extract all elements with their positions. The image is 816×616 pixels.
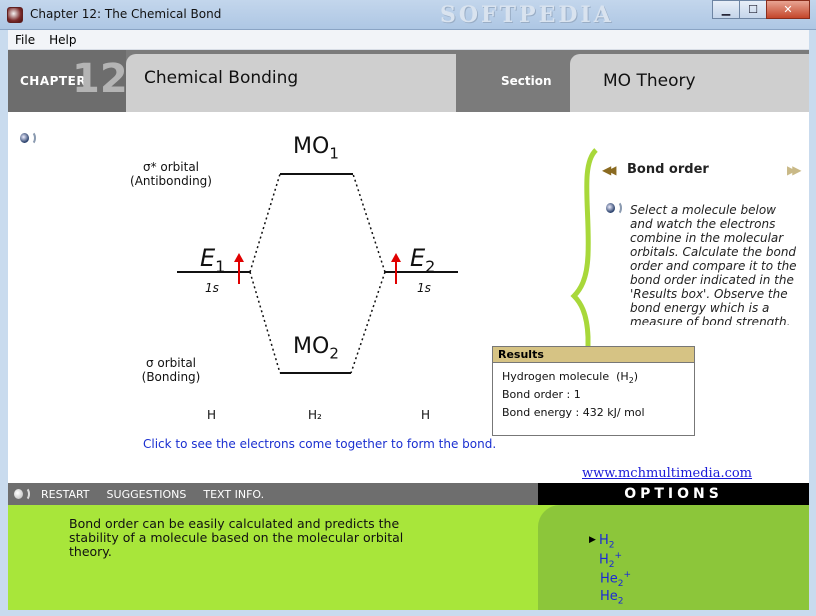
atom-label-middle: H₂: [308, 408, 322, 422]
close-button[interactable]: ✕: [766, 0, 810, 19]
option-h2-plus[interactable]: H2+: [599, 551, 622, 570]
selected-option-marker-icon: ▶: [589, 535, 596, 545]
option-h2[interactable]: H2: [599, 533, 615, 551]
menu-file[interactable]: File: [8, 33, 42, 47]
atom-label-right: H: [421, 408, 431, 422]
connector-e2-mo1: [352, 173, 386, 273]
watermark-text: SOFTPEDIA: [440, 2, 614, 28]
connector-e1-mo2: [249, 271, 281, 374]
orbital-label-right: 1s: [417, 281, 431, 295]
connector-e1-mo1: [249, 173, 281, 273]
suggestions-button[interactable]: SUGGESTIONS: [107, 488, 187, 501]
mo1-label: MO1: [293, 134, 339, 163]
connector-e2-mo2: [350, 271, 386, 374]
window-title: Chapter 12: The Chemical Bond: [30, 7, 222, 21]
antibonding-label: σ* orbital (Antibonding): [130, 160, 212, 188]
panel-title: Bond order: [627, 162, 709, 177]
results-bond-energy: Bond energy : 432 kJ/ mol: [502, 406, 645, 419]
e1-label: E1: [200, 244, 226, 276]
website-link[interactable]: www.mchmultimedia.com: [582, 466, 752, 481]
diagram-hint-link[interactable]: Click to see the electrons come together…: [143, 437, 496, 451]
next-arrow-icon[interactable]: ▶▶: [787, 163, 802, 177]
close-icon: ✕: [783, 3, 793, 16]
bonding-label: σ orbital (Bonding): [141, 356, 201, 384]
menu-help[interactable]: Help: [42, 33, 83, 47]
app-client-area: CHAPTER 12 Chemical Bonding Section MO T…: [8, 50, 809, 610]
previous-arrow-icon[interactable]: ◀◀: [602, 163, 617, 177]
menu-bar: File Help: [8, 30, 809, 50]
results-header: Results: [493, 347, 694, 363]
minimize-icon: ▁: [721, 3, 731, 16]
maximize-button[interactable]: ☐: [739, 0, 767, 19]
panel-description: Select a molecule below and watch the el…: [630, 203, 797, 325]
app-icon[interactable]: [7, 7, 23, 23]
e2-label: E2: [410, 244, 436, 276]
options-area: [538, 505, 809, 610]
options-header: OPTIONS: [538, 483, 809, 505]
window-titlebar: Chapter 12: The Chemical Bond SOFTPEDIA …: [0, 0, 816, 30]
summary-text: Bond order can be easily calculated and …: [69, 516, 404, 559]
bottom-toolbar: RESTART SUGGESTIONS TEXT INFO.: [8, 483, 538, 505]
option-he2[interactable]: He2: [600, 589, 624, 607]
option-he2-plus[interactable]: He2+: [600, 570, 631, 589]
electron-right-arrowhead: [391, 253, 401, 262]
text-info-button[interactable]: TEXT INFO.: [203, 488, 264, 501]
maximize-icon: ☐: [748, 3, 758, 16]
panel-speaker-icon[interactable]: [606, 200, 622, 216]
electron-left-arrowhead: [234, 253, 244, 262]
results-box: Results Hydrogen molecule (H2) Bond orde…: [492, 346, 695, 436]
results-bond-order: Bond order : 1: [502, 388, 581, 401]
brace-decoration: [570, 148, 598, 350]
orbital-label-left: 1s: [205, 281, 219, 295]
toolbar-speaker-icon[interactable]: [14, 486, 30, 502]
atom-label-left: H: [207, 408, 217, 422]
results-molecule: Hydrogen molecule (H2): [502, 370, 639, 386]
mo2-label: MO2: [293, 334, 339, 363]
restart-button[interactable]: RESTART: [41, 488, 90, 501]
minimize-button[interactable]: ▁: [712, 0, 740, 19]
